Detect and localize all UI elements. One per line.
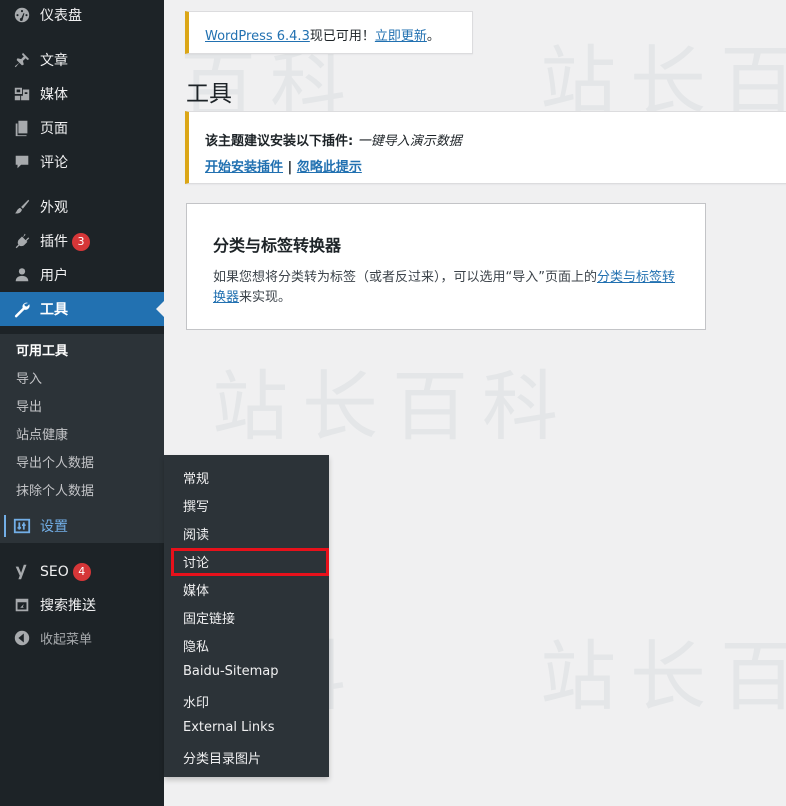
menu-label: 设置 — [40, 519, 68, 535]
flyout-item-category-images[interactable]: 分类目录图片 — [183, 748, 261, 767]
submenu-available-tools[interactable]: 可用工具 — [16, 340, 68, 359]
category-tag-converter-card: 分类与标签转换器 如果您想将分类转为标签（或者反过来），可以选用“导入”页面上的… — [186, 203, 706, 330]
menu-label: 媒体 — [40, 87, 68, 103]
menu-label: 文章 — [40, 53, 68, 69]
menu-search-push[interactable]: 搜索推送 — [0, 588, 164, 622]
menu-label: 页面 — [40, 121, 68, 137]
wrench-icon — [12, 299, 32, 319]
menu-media[interactable]: 媒体 — [0, 77, 164, 111]
watermark: 站长百科 — [540, 632, 786, 721]
link-separator: | — [283, 160, 297, 175]
pin-icon — [12, 50, 32, 70]
flyout-item-external-links[interactable]: External Links — [183, 720, 274, 735]
watermark: 站长百科 — [212, 362, 572, 451]
submenu-erase-personal-data[interactable]: 抹除个人数据 — [16, 480, 94, 499]
update-count-badge: 3 — [72, 233, 90, 251]
wordpress-version-link[interactable]: WordPress 6.4.3 — [205, 29, 310, 44]
settings-flyout-menu: 常规 撰写 阅读 讨论 媒体 固定链接 隐私 Baidu-Sitemap 水印 … — [164, 455, 329, 777]
media-icon — [12, 84, 32, 104]
tools-submenu: 可用工具 导入 导出 站点健康 导出个人数据 抹除个人数据 — [0, 334, 164, 510]
hover-accent-bar — [4, 515, 6, 537]
flyout-item-privacy[interactable]: 隐私 — [183, 636, 209, 655]
flyout-item-media[interactable]: 媒体 — [183, 580, 209, 599]
menu-label: 插件 — [40, 234, 68, 250]
plugin-icon — [12, 231, 32, 251]
collapse-icon — [12, 628, 32, 648]
update-notice-end: 。 — [426, 29, 440, 44]
flyout-item-watermark[interactable]: 水印 — [183, 692, 209, 711]
yoast-icon — [12, 562, 32, 582]
menu-comments[interactable]: 评论 — [0, 145, 164, 179]
users-icon — [12, 265, 32, 285]
plugin-notice-plugin-name: 一键导入演示数据 — [357, 134, 462, 149]
flyout-item-general[interactable]: 常规 — [183, 468, 209, 487]
update-now-link[interactable]: 立即更新 — [375, 29, 427, 44]
brush-icon — [12, 197, 32, 217]
menu-label: 仪表盘 — [40, 8, 82, 24]
card-description: 如果您想将分类转为标签（或者反过来），可以选用“导入”页面上的分类与标签转换器来… — [213, 270, 675, 305]
menu-seo[interactable]: SEO 4 — [0, 555, 164, 589]
begin-installing-plugins-link[interactable]: 开始安装插件 — [205, 160, 283, 175]
menu-pages[interactable]: 页面 — [0, 111, 164, 145]
flyout-item-reading[interactable]: 阅读 — [183, 524, 209, 543]
menu-settings[interactable]: 设置 — [0, 509, 164, 543]
plugin-recommendation-notice: 该主题建议安装以下插件: 一键导入演示数据 开始安装插件 | 忽略此提示 — [185, 111, 786, 184]
menu-appearance[interactable]: 外观 — [0, 190, 164, 224]
menu-label: 评论 — [40, 155, 68, 171]
dismiss-notice-link[interactable]: 忽略此提示 — [297, 160, 362, 175]
page-title: 工具 — [186, 81, 232, 107]
settings-icon — [12, 516, 32, 536]
menu-tools[interactable]: 工具 — [0, 292, 164, 326]
menu-plugins[interactable]: 插件 3 — [0, 224, 164, 258]
menu-label: SEO — [40, 564, 69, 580]
plugin-notice-text: 该主题建议安装以下插件: — [205, 134, 358, 149]
menu-label: 搜索推送 — [40, 598, 96, 614]
dashboard-icon — [12, 5, 32, 25]
submenu-site-health[interactable]: 站点健康 — [16, 424, 68, 443]
flyout-item-baidu-sitemap[interactable]: Baidu-Sitemap — [183, 664, 279, 679]
card-title: 分类与标签转换器 — [213, 236, 342, 255]
external-icon — [12, 595, 32, 615]
submenu-import[interactable]: 导入 — [16, 368, 42, 387]
submenu-export[interactable]: 导出 — [16, 396, 42, 415]
menu-label: 工具 — [40, 302, 68, 318]
menu-posts[interactable]: 文章 — [0, 43, 164, 77]
flyout-item-permalinks[interactable]: 固定链接 — [183, 608, 235, 627]
update-notice: WordPress 6.4.3现已可用！立即更新。 — [185, 11, 473, 54]
pages-icon — [12, 118, 32, 138]
admin-sidebar: 仪表盘 文章 媒体 页面 评论 外观 插件 3 用户 工具 可用工具 导入 导出… — [0, 0, 164, 806]
red-highlight-box — [171, 548, 329, 576]
notification-count-badge: 4 — [72, 563, 91, 581]
menu-users[interactable]: 用户 — [0, 258, 164, 292]
menu-label: 外观 — [40, 200, 68, 216]
flyout-item-writing[interactable]: 撰写 — [183, 496, 209, 515]
collapse-menu-button[interactable]: 收起菜单 — [0, 621, 164, 655]
menu-label: 收起菜单 — [40, 632, 93, 648]
submenu-export-personal-data[interactable]: 导出个人数据 — [16, 452, 94, 471]
menu-dashboard[interactable]: 仪表盘 — [0, 0, 164, 32]
menu-label: 用户 — [40, 268, 68, 284]
comments-icon — [12, 152, 32, 172]
update-notice-text: 现已可用！ — [309, 29, 375, 44]
